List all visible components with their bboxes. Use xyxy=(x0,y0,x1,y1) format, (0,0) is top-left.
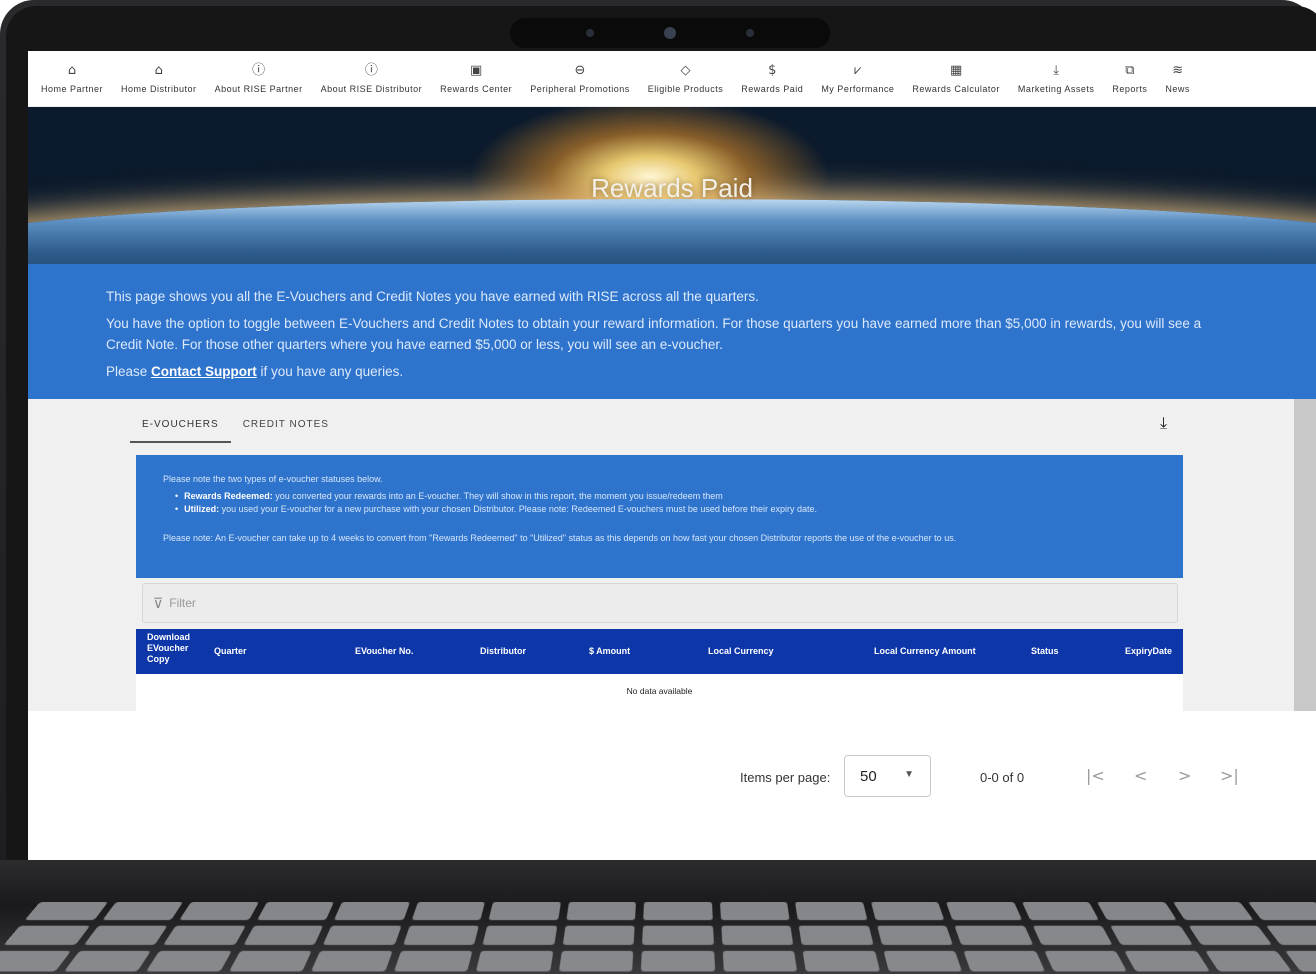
status-item: Rewards Redeemed: you converted your rew… xyxy=(163,490,1156,503)
voucher-tabs: E-VOUCHERS CREDIT NOTES xyxy=(130,415,341,443)
nav-label: Rewards Paid xyxy=(741,83,804,94)
dollar-icon: $ xyxy=(768,62,777,78)
nav-label: Home Partner xyxy=(41,83,104,94)
home-icon: ⌂ xyxy=(67,62,77,78)
download-icon[interactable]: ⤓ xyxy=(1160,415,1167,433)
sensor-dot xyxy=(586,29,594,37)
nav-label: About RISE Partner xyxy=(214,83,303,94)
download-icon: ⤓ xyxy=(1053,62,1060,78)
col-evoucher-no[interactable]: EVoucher No. xyxy=(355,646,413,656)
calculator-icon: ▦ xyxy=(949,62,963,78)
keyboard-keys xyxy=(0,902,1316,972)
nav-about-rise-partner[interactable]: ⓘ About RISE Partner xyxy=(206,51,312,107)
nav-peripheral-promotions[interactable]: ⊖ Peripheral Promotions xyxy=(521,51,639,107)
info-support-line: Please Contact Support if you have any q… xyxy=(106,361,1236,382)
page-title: Rewards Paid xyxy=(591,173,753,203)
items-per-page-value: 50 xyxy=(860,767,877,785)
nav-marketing-assets[interactable]: ⤓ Marketing Assets xyxy=(1009,51,1104,107)
col-status[interactable]: Status xyxy=(1031,646,1059,656)
notice-intro: Please note the two types of e-voucher s… xyxy=(163,474,383,484)
filter-icon: ⊽ xyxy=(153,594,164,611)
hero-banner: Rewards Paid xyxy=(28,107,1316,264)
nav-label: About RISE Distributor xyxy=(320,83,423,94)
table-header: Download EVoucher Copy Quarter EVoucher … xyxy=(136,629,1183,674)
status-desc: you used your E-voucher for a new purcha… xyxy=(219,504,817,514)
tag-icon: ◇ xyxy=(680,62,691,78)
camera-lens xyxy=(664,27,676,39)
last-page-button[interactable]: >| xyxy=(1220,766,1239,785)
first-page-button[interactable]: |< xyxy=(1086,766,1105,785)
status-list: Rewards Redeemed: you converted your rew… xyxy=(163,490,1156,516)
items-per-page-select[interactable]: 50 ▼ xyxy=(844,755,931,797)
nav-rewards-center[interactable]: ▣ Rewards Center xyxy=(431,51,521,107)
info-text: You have the option to toggle between E-… xyxy=(106,316,1202,352)
status-term: Rewards Redeemed: xyxy=(184,491,273,501)
nav-my-performance[interactable]: ⩗ My Performance xyxy=(812,51,903,107)
scrollbar[interactable] xyxy=(1294,399,1316,711)
paginator: Items per page: 50 ▼ 0-0 of 0 |< < > >| xyxy=(28,714,1316,860)
nav-label: News xyxy=(1165,83,1190,94)
nav-rewards-calculator[interactable]: ▦ Rewards Calculator xyxy=(903,51,1009,107)
nav-label: Marketing Assets xyxy=(1017,83,1095,94)
status-notice: Please note the two types of e-voucher s… xyxy=(136,455,1183,578)
filter-placeholder: Filter xyxy=(169,596,196,610)
info-text: if you have any queries. xyxy=(256,364,404,379)
nav-label: My Performance xyxy=(821,83,895,94)
notice-footer: Please note: An E-voucher can take up to… xyxy=(163,533,957,543)
reports-icon: ⧉ xyxy=(1125,62,1135,78)
nav-home-partner[interactable]: ⌂ Home Partner xyxy=(32,51,112,107)
pagination-area: Items per page: 50 ▼ 0-0 of 0 |< < > >| xyxy=(28,714,1316,860)
home-icon: ⌂ xyxy=(154,62,163,78)
nav-label: Reports xyxy=(1112,83,1148,94)
col-local-currency-amount[interactable]: Local Currency Amount xyxy=(874,646,976,656)
info-icon: ⓘ xyxy=(252,62,266,78)
mouse-icon: ⊖ xyxy=(574,62,586,78)
calendar-icon: ▣ xyxy=(470,62,483,78)
col-amount[interactable]: $ Amount xyxy=(589,646,630,656)
webcam-bar xyxy=(510,18,830,48)
tab-e-vouchers[interactable]: E-VOUCHERS xyxy=(130,415,231,443)
browser-screen: ⌂ Home Partner ⌂ Home Distributor ⓘ Abou… xyxy=(28,51,1316,860)
col-download-evoucher-copy[interactable]: Download EVoucher Copy xyxy=(147,632,207,665)
chart-icon: ⩗ xyxy=(854,62,862,78)
info-section: This page shows you all the E-Vouchers a… xyxy=(28,264,1316,399)
col-distributor[interactable]: Distributor xyxy=(480,646,526,656)
page-range-label: 0-0 of 0 xyxy=(980,770,1025,785)
top-navigation: ⌂ Home Partner ⌂ Home Distributor ⓘ Abou… xyxy=(28,51,1316,107)
status-desc: you converted your rewards into an E-vou… xyxy=(272,491,723,501)
col-local-currency[interactable]: Local Currency xyxy=(708,646,774,656)
status-item: Utilized: you used your E-voucher for a … xyxy=(163,503,1156,516)
col-quarter[interactable]: Quarter xyxy=(214,646,247,656)
nav-label: Rewards Calculator xyxy=(912,83,1000,94)
status-term: Utilized: xyxy=(184,504,220,514)
nav-eligible-products[interactable]: ◇ Eligible Products xyxy=(639,51,733,107)
filter-input[interactable]: ⊽ Filter xyxy=(142,583,1178,623)
wifi-icon: ≋ xyxy=(1172,62,1184,78)
earth-horizon-image xyxy=(28,199,1316,264)
nav-about-rise-distributor[interactable]: ⓘ About RISE Distributor xyxy=(312,51,432,107)
nav-label: Eligible Products xyxy=(647,83,724,94)
nav-label: Peripheral Promotions xyxy=(530,83,630,94)
nav-label: Home Distributor xyxy=(121,83,197,94)
nav-label: Rewards Center xyxy=(440,83,513,94)
info-icon: ⓘ xyxy=(364,62,378,78)
nav-news[interactable]: ≋ News xyxy=(1156,51,1199,107)
table-empty-state: No data available xyxy=(136,674,1183,711)
tab-credit-notes[interactable]: CREDIT NOTES xyxy=(231,415,341,443)
info-text: This page shows you all the E-Vouchers a… xyxy=(106,289,759,304)
chevron-down-icon: ▼ xyxy=(904,769,914,780)
nav-reports[interactable]: ⧉ Reports xyxy=(1103,51,1156,107)
laptop-keyboard xyxy=(0,860,1316,974)
contact-support-link[interactable]: Contact Support xyxy=(151,364,257,379)
info-text: Please xyxy=(106,364,152,379)
col-expiry-date[interactable]: ExpiryDate xyxy=(1125,646,1172,656)
items-per-page-label: Items per page: xyxy=(740,770,831,785)
nav-rewards-paid[interactable]: $ Rewards Paid xyxy=(732,51,812,107)
nav-home-distributor[interactable]: ⌂ Home Distributor xyxy=(112,51,206,107)
prev-page-button[interactable]: < xyxy=(1134,766,1147,785)
next-page-button[interactable]: > xyxy=(1178,766,1191,785)
rewards-content: E-VOUCHERS CREDIT NOTES ⤓ Please note th… xyxy=(28,399,1316,711)
sensor-dot xyxy=(746,29,754,37)
